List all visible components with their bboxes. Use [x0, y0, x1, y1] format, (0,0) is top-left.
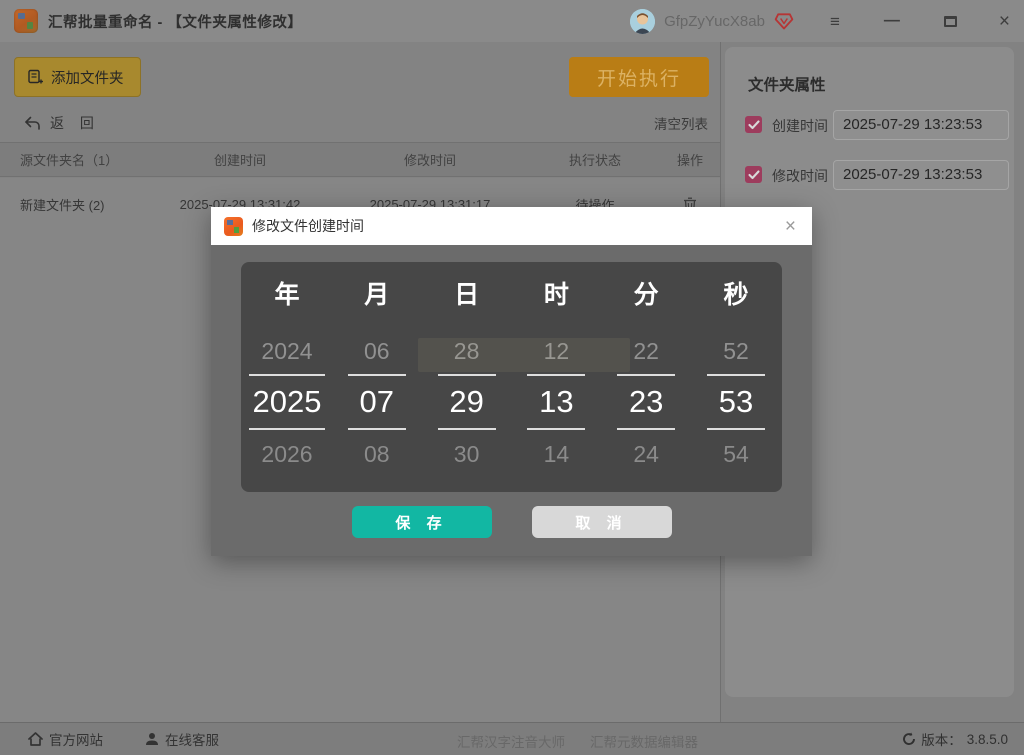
picker-hour-next[interactable]: 14	[544, 430, 570, 476]
add-folder-icon	[27, 69, 43, 85]
created-time-row: 创建时间 2025-07-29 13:23:53	[725, 110, 1014, 140]
modify-created-time-dialog: 修改文件创建时间 × 年 2024 2025 2026 月 06 07 08 日…	[211, 207, 812, 556]
picker-hour-prev[interactable]: 12	[544, 328, 570, 374]
app-icon	[14, 9, 38, 33]
picker-header-hour: 时	[543, 281, 569, 309]
panel-title: 文件夹属性	[748, 77, 826, 94]
dialog-close-button[interactable]: ×	[782, 217, 799, 236]
footer-link-metadata[interactable]: 汇帮元数据编辑器	[590, 731, 698, 751]
version-info: 版本： 3.8.5.0	[902, 723, 1008, 755]
dialog-title: 修改文件创建时间	[252, 218, 364, 234]
picker-header-month: 月	[364, 281, 390, 309]
picker-second-selected[interactable]: 53	[706, 374, 765, 430]
modified-time-checkbox[interactable]	[745, 166, 762, 183]
row-folder-name: 新建文件夹 (2)	[20, 197, 105, 213]
footer: 官方网站 在线客服 汇帮汉字注音大师 汇帮元数据编辑器 版本： 3.8.5.0	[0, 722, 1024, 755]
table-header: 源文件夹名（1） 创建时间 修改时间 执行状态 操作	[0, 142, 720, 177]
dialog-app-icon	[224, 216, 243, 236]
home-icon	[28, 732, 43, 746]
dialog-title-bar: 修改文件创建时间 ×	[211, 207, 812, 245]
picker-year-prev[interactable]: 2024	[261, 328, 312, 374]
picker-column-minute[interactable]: 分 22 23 24	[608, 262, 684, 492]
dialog-body: 年 2024 2025 2026 月 06 07 08 日 28 29 30 时…	[211, 245, 812, 556]
official-site-label: 官方网站	[49, 733, 103, 748]
back-icon	[24, 116, 41, 131]
maximize-button[interactable]	[943, 15, 957, 27]
minimize-button[interactable]: —	[884, 13, 900, 29]
add-folder-label: 添加文件夹	[51, 70, 124, 87]
picker-minute-next[interactable]: 24	[633, 430, 659, 476]
version-value: 3.8.5.0	[966, 731, 1008, 747]
refresh-icon[interactable]	[902, 732, 916, 746]
picker-minute-selected[interactable]: 23	[617, 374, 676, 430]
picker-second-prev[interactable]: 52	[723, 328, 749, 374]
picker-header-year: 年	[274, 281, 300, 309]
footer-link-pinyin[interactable]: 汇帮汉字注音大师	[457, 731, 565, 751]
cancel-button[interactable]: 取 消	[531, 506, 672, 538]
datetime-picker[interactable]: 年 2024 2025 2026 月 06 07 08 日 28 29 30 时…	[241, 262, 782, 492]
picker-header-minute: 分	[633, 281, 659, 309]
picker-column-hour[interactable]: 时 12 13 14	[518, 262, 594, 492]
created-time-label: 创建时间	[772, 118, 828, 134]
created-time-checkbox[interactable]	[745, 116, 762, 133]
close-button[interactable]: ×	[999, 12, 1010, 31]
modified-time-input[interactable]: 2025-07-29 13:23:53	[833, 160, 1009, 190]
start-execute-button[interactable]: 开始执行	[569, 57, 709, 97]
picker-second-next[interactable]: 54	[723, 430, 749, 476]
version-label: 版本：	[921, 733, 962, 748]
picker-minute-prev[interactable]: 22	[633, 328, 659, 374]
picker-column-second[interactable]: 秒 52 53 54	[698, 262, 774, 492]
back-button[interactable]: 返 回	[24, 110, 100, 136]
username: GfpZyYucX8ab	[664, 12, 765, 30]
column-header-created: 创建时间	[213, 153, 266, 168]
dialog-buttons: 保 存 取 消	[211, 506, 812, 538]
column-header-actions: 操作	[676, 153, 703, 168]
modified-time-label: 修改时间	[772, 168, 828, 184]
avatar-face-icon	[630, 8, 656, 34]
picker-month-selected[interactable]: 07	[347, 374, 406, 430]
vip-gem-icon[interactable]	[774, 11, 794, 31]
picker-column-month[interactable]: 月 06 07 08	[339, 262, 415, 492]
picker-year-next[interactable]: 2026	[261, 430, 312, 476]
picker-header-day: 日	[454, 281, 480, 309]
person-icon	[145, 732, 159, 746]
picker-day-selected[interactable]: 29	[437, 374, 496, 430]
picker-hour-selected[interactable]: 13	[527, 374, 586, 430]
picker-header-second: 秒	[723, 281, 749, 309]
user-avatar[interactable]	[630, 8, 656, 34]
window-title: 汇帮批量重命名 - 【文件夹属性修改】	[48, 14, 303, 31]
save-button[interactable]: 保 存	[351, 506, 492, 538]
add-folder-button[interactable]: 添加文件夹	[14, 57, 141, 97]
official-site-link[interactable]: 官方网站	[28, 723, 103, 755]
column-header-status: 执行状态	[568, 153, 621, 168]
title-bar: 汇帮批量重命名 - 【文件夹属性修改】 GfpZyYucX8ab ≡ — ×	[0, 0, 1024, 42]
back-label: 返 回	[50, 115, 100, 131]
picker-month-next[interactable]: 08	[364, 430, 390, 476]
picker-day-next[interactable]: 30	[454, 430, 480, 476]
picker-column-year[interactable]: 年 2024 2025 2026	[249, 262, 325, 492]
online-service-link[interactable]: 在线客服	[145, 723, 219, 755]
picker-column-day[interactable]: 日 28 29 30	[429, 262, 505, 492]
picker-month-prev[interactable]: 06	[364, 328, 390, 374]
created-time-input[interactable]: 2025-07-29 13:23:53	[833, 110, 1009, 140]
column-header-modified: 修改时间	[403, 153, 456, 168]
online-service-label: 在线客服	[165, 733, 219, 748]
picker-year-selected[interactable]: 2025	[249, 374, 325, 430]
menu-icon[interactable]: ≡	[830, 13, 840, 30]
column-header-source-name: 源文件夹名（1）	[20, 153, 119, 168]
clear-list-button[interactable]: 清空列表	[654, 113, 708, 133]
maximize-icon	[943, 15, 957, 27]
modified-time-row: 修改时间 2025-07-29 13:23:53	[725, 160, 1014, 190]
picker-day-prev[interactable]: 28	[454, 328, 480, 374]
